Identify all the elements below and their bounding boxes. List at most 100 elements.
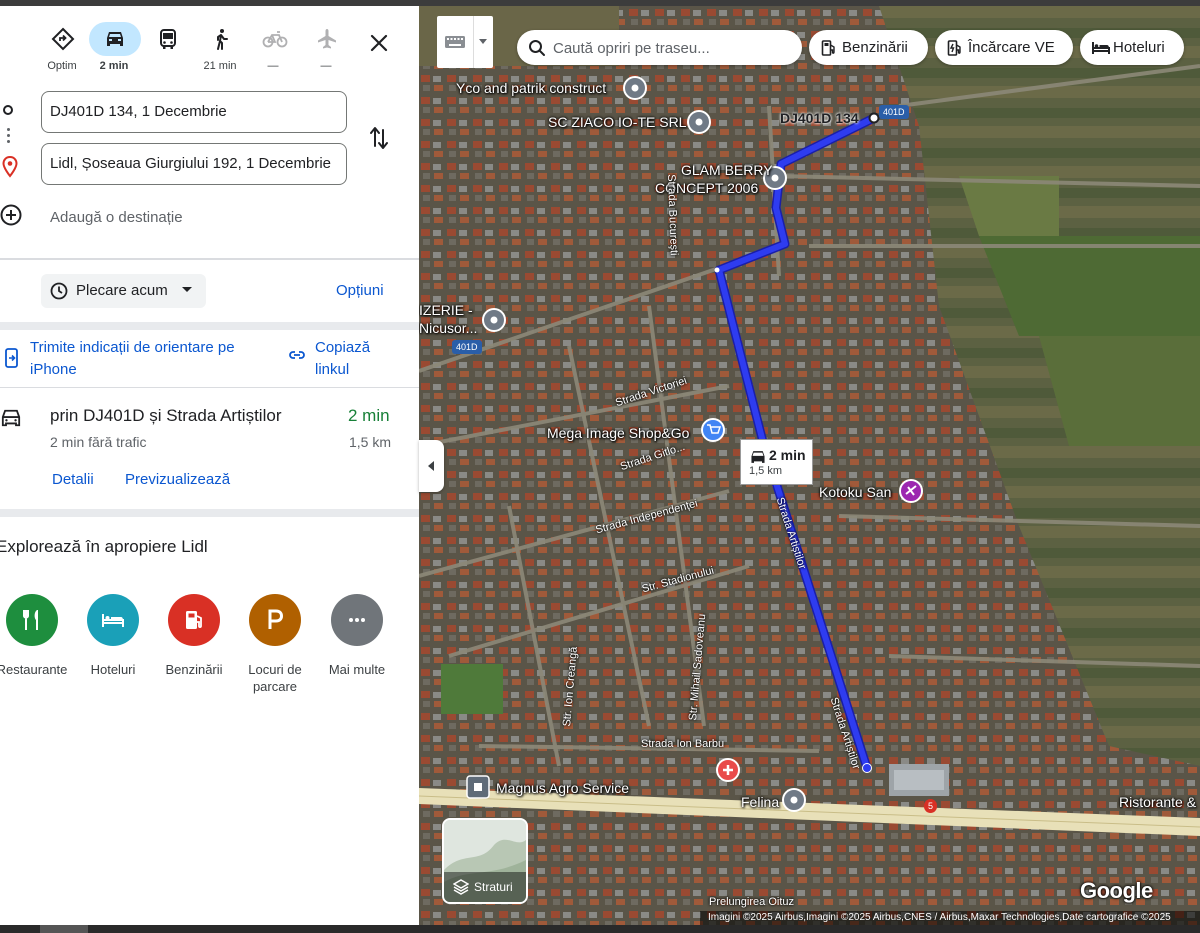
place-pin-icon[interactable]	[482, 308, 506, 332]
options-button[interactable]: Opțiuni	[336, 282, 384, 299]
explore-parking-label: Locuri de parcare	[248, 662, 302, 694]
map-place-label[interactable]: GLAM BERRY	[681, 162, 773, 178]
parking-icon	[249, 594, 301, 646]
search-icon	[529, 40, 545, 56]
dropdown-arrow-icon	[479, 39, 487, 44]
link-icon	[288, 348, 306, 366]
more-icon	[331, 594, 383, 646]
place-pin-icon[interactable]	[623, 76, 647, 100]
preview-button[interactable]: Previzualizează	[125, 471, 230, 488]
section-divider	[0, 322, 419, 330]
explore-nearby-title: Explorează în apropiere Lidl	[0, 537, 208, 556]
diamond-route-icon	[37, 22, 89, 56]
search-along-route-input[interactable]	[551, 36, 795, 60]
route-dots-icon	[7, 128, 10, 146]
mode-best-label: Optim	[47, 60, 77, 72]
mode-car[interactable]: 2 min	[89, 22, 141, 80]
map-place-label[interactable]: Nicusor...	[419, 320, 477, 336]
origin-input[interactable]: DJ401D 134, 1 Decembrie	[41, 91, 347, 133]
mode-walk[interactable]: 21 min	[195, 22, 245, 80]
place-pin-icon[interactable]	[687, 110, 711, 134]
map-place-label[interactable]: SC ZIACO IO-TE SRL	[548, 114, 686, 130]
depart-now-label: Plecare acum	[76, 282, 168, 299]
bus-icon	[142, 22, 194, 56]
section-divider	[0, 509, 419, 517]
close-directions-button[interactable]	[364, 28, 394, 58]
mode-walk-label: 21 min	[203, 60, 237, 72]
plane-icon	[301, 22, 353, 56]
map-attribution: Imagini ©2025 Airbus,Imagini ©2025 Airbu…	[700, 911, 1200, 925]
map-place-label[interactable]: Mega Image Shop&Go	[547, 425, 689, 441]
explore-gas-stations-label: Benzinării	[165, 662, 223, 677]
layers-label: Straturi	[474, 880, 513, 894]
store-square-icon[interactable]	[466, 775, 490, 799]
dropdown-arrow-icon	[182, 287, 192, 292]
chip-hotels[interactable]: Hoteluri	[1080, 30, 1184, 65]
google-logo: Google	[1080, 878, 1153, 903]
keyboard-icon	[445, 36, 465, 48]
map-place-label[interactable]: IZERIE -	[419, 302, 473, 318]
street-label: Prelungirea Oituz	[709, 896, 794, 908]
tooltip-distance: 1,5 km	[749, 465, 783, 477]
explore-more-label: Mai multe	[328, 662, 386, 677]
hospital-icon[interactable]	[716, 758, 740, 782]
collapse-panel-button[interactable]	[419, 440, 444, 492]
explore-parking-button[interactable]: Locuri de parcare	[237, 594, 313, 695]
add-destination-button[interactable]: Adaugă o destinație	[50, 209, 183, 226]
gas-pump-icon	[168, 594, 220, 646]
chip-gas-stations-label: Benzinării	[842, 39, 908, 56]
swap-locations-button[interactable]	[368, 124, 390, 157]
explore-hotels-button[interactable]: Hoteluri	[75, 594, 151, 678]
copy-link-button[interactable]: Copiază linkul	[315, 337, 405, 381]
place-pin-icon[interactable]	[782, 788, 806, 812]
map-place-label[interactable]: Yco and patrik construct	[456, 80, 606, 96]
depart-now-dropdown[interactable]: Plecare acum	[41, 274, 206, 308]
mode-best[interactable]: Optim	[37, 22, 87, 80]
layers-label-bar: Straturi	[444, 872, 526, 902]
explore-gas-stations-button[interactable]: Benzinării	[156, 594, 232, 678]
kimono-shop-icon[interactable]	[899, 479, 923, 503]
route-car-icon	[0, 408, 22, 433]
mode-car-label: 2 min	[99, 60, 129, 72]
directions-panel: Optim 2 min 21 min — — DJ401D 134, 1 Dec…	[0, 6, 419, 925]
send-to-phone-icon	[4, 348, 20, 373]
bed-icon	[87, 594, 139, 646]
chip-ev-charging[interactable]: Încărcare VE	[935, 30, 1073, 65]
map-place-label[interactable]: Ristorante &	[1119, 794, 1196, 810]
mode-flight[interactable]: —	[301, 22, 351, 80]
road-badge: 401D	[879, 105, 909, 119]
origin-circle-icon	[3, 105, 13, 115]
add-destination-icon[interactable]	[0, 204, 22, 231]
route-traffic-note: 2 min fără trafic	[50, 434, 147, 450]
map-place-label[interactable]: Magnus Agro Service	[496, 780, 629, 796]
explore-more-button[interactable]: Mai multe	[319, 594, 395, 678]
ev-charger-icon	[947, 40, 961, 56]
send-to-iphone-link[interactable]: Trimite indicații de orientare pe iPhone	[30, 337, 250, 381]
details-button[interactable]: Detalii	[52, 471, 94, 488]
clock-icon	[50, 282, 68, 300]
road-badge: 401D	[452, 340, 482, 354]
taskbar-item	[40, 925, 88, 933]
mode-transit[interactable]	[142, 22, 192, 80]
route-title[interactable]: prin DJ401D și Strada Artiștilor	[50, 406, 281, 426]
chip-ev-charging-label: Încărcare VE	[968, 39, 1055, 56]
explore-restaurants-button[interactable]: Restaurante	[0, 594, 70, 678]
destination-input[interactable]: Lidl, Șoseaua Giurgiului 192, 1 Decembri…	[41, 143, 347, 185]
route-duration-tooltip[interactable]: 2 min 1,5 km	[740, 439, 813, 485]
explore-hotels-label: Hoteluri	[90, 662, 136, 677]
close-icon	[370, 34, 388, 52]
destination-pin-icon	[2, 155, 18, 183]
map-place-label[interactable]: Kotoku San	[819, 484, 891, 500]
car-icon	[89, 22, 141, 56]
input-tools-button[interactable]	[437, 16, 493, 68]
map-place-label[interactable]: Felina	[741, 794, 779, 810]
layers-button[interactable]: Straturi	[442, 818, 528, 904]
chip-gas-stations[interactable]: Benzinării	[809, 30, 928, 65]
origin-label[interactable]: DJ401D 134	[780, 110, 859, 126]
mode-bike[interactable]: —	[248, 22, 298, 80]
car-icon	[751, 451, 765, 463]
shopping-cart-icon[interactable]	[701, 418, 725, 442]
fork-knife-icon	[6, 594, 58, 646]
street-label: Strada Ion Barbu	[641, 738, 725, 750]
search-along-route[interactable]	[517, 30, 802, 65]
